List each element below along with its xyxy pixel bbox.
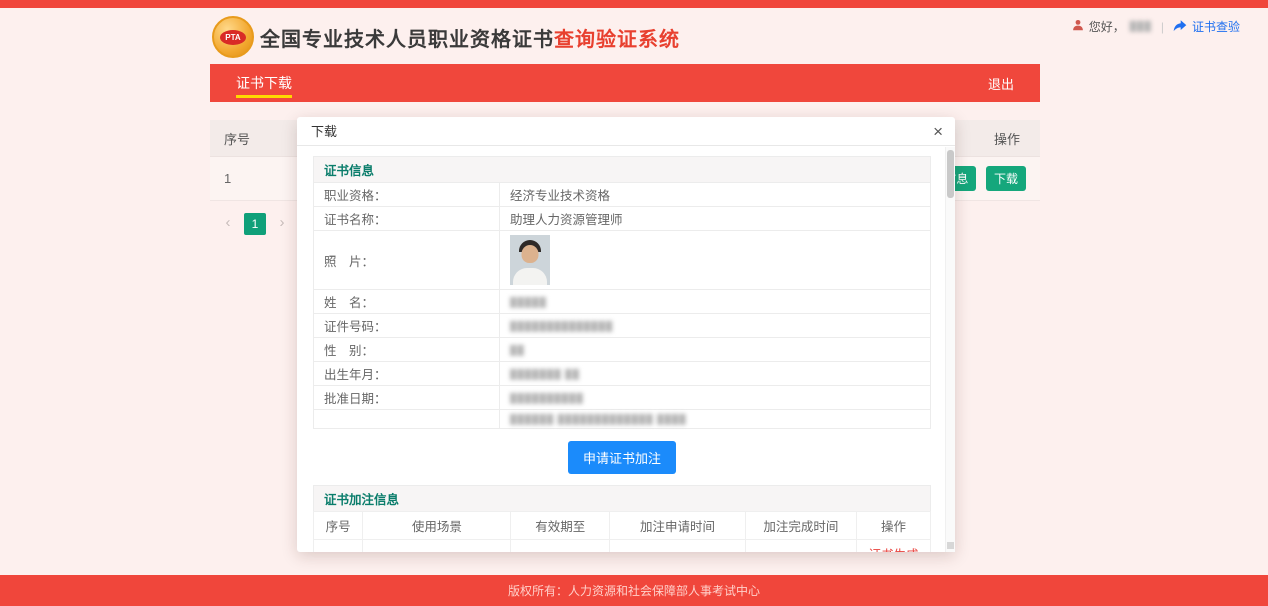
field-label: 性 别： — [314, 338, 500, 362]
close-icon[interactable]: × — [933, 117, 943, 146]
field-value — [500, 231, 931, 290]
modal-title: 下载 — [311, 124, 337, 139]
share-arrow-icon — [1173, 19, 1187, 35]
annotation-table: 序号 使用场景 有效期至 加注申请时间 加注完成时间 操作 1 本人调用 202… — [313, 511, 931, 552]
field-label: 批准日期： — [314, 386, 500, 410]
cert-generating-link[interactable]: 证书生成中... — [868, 548, 918, 552]
cert-info-table: 职业资格： 经济专业技术资格 证书名称： 助理人力资源管理师 照 片： 姓 名 — [313, 182, 931, 429]
field-value: ███████ ██ — [500, 362, 931, 386]
field-row-approval-date: 批准日期： ██████████ — [314, 386, 931, 410]
field-value: ██ — [500, 338, 931, 362]
field-label: 姓 名： — [314, 290, 500, 314]
annotation-header-row: 序号 使用场景 有效期至 加注申请时间 加注完成时间 操作 — [314, 512, 931, 540]
ann-cell-complete-time — [745, 540, 856, 553]
row-index-cell: 1 — [224, 171, 231, 186]
ann-cell-index: 1 — [314, 540, 363, 553]
annotation-data-row: 1 本人调用 2022-03-16 2021-12-16 10:53:02 证书… — [314, 540, 931, 553]
cert-verify-link[interactable]: 证书查验 — [1192, 18, 1240, 35]
download-modal: 下载 × 证书信息 职业资格： 经济专业技术资格 证书名称： 助理人力资源管理师… — [297, 117, 955, 552]
ann-col-valid-until: 有效期至 — [511, 512, 610, 540]
field-value: 助理人力资源管理师 — [500, 207, 931, 231]
field-value: ██████████ — [500, 386, 931, 410]
field-row-gender: 性 别： ██ — [314, 338, 931, 362]
field-label: 照 片： — [314, 231, 500, 290]
column-header-index: 序号 — [224, 129, 250, 148]
main-nav: 证书下载 退出 — [210, 64, 1040, 102]
field-row-extra: ██████ █████████████ ████ — [314, 410, 931, 429]
field-value: 经济专业技术资格 — [500, 183, 931, 207]
field-row-id-number: 证件号码： ██████████████ — [314, 314, 931, 338]
tab-cert-download-label: 证书下载 — [236, 75, 292, 91]
page-title: 全国专业技术人员职业资格证书查询验证系统 — [260, 23, 680, 52]
field-label: 出生年月： — [314, 362, 500, 386]
field-label — [314, 410, 500, 429]
field-row-cert-name: 证书名称： 助理人力资源管理师 — [314, 207, 931, 231]
copyright-text: 版权所有：人力资源和社会保障部人事考试中心 — [508, 582, 760, 599]
prev-page-button[interactable]: ‹ — [218, 213, 238, 235]
ann-col-index: 序号 — [314, 512, 363, 540]
tab-cert-download[interactable]: 证书下载 — [210, 64, 318, 102]
field-label: 职业资格： — [314, 183, 500, 207]
pta-logo-text: PTA — [220, 30, 246, 45]
field-value: ██████████████ — [500, 314, 931, 338]
next-page-button[interactable]: › — [272, 213, 292, 235]
scrollbar-end[interactable] — [947, 542, 954, 549]
page-title-main: 全国专业技术人员职业资格证书 — [260, 29, 554, 51]
ann-col-scene: 使用场景 — [363, 512, 511, 540]
header-user-links: 您好， ███ | 证书查验 — [1072, 18, 1240, 35]
scrollbar-thumb[interactable] — [947, 150, 954, 198]
field-row-birth-date: 出生年月： ███████ ██ — [314, 362, 931, 386]
ann-cell-scene: 本人调用 — [363, 540, 511, 553]
header-divider: | — [1161, 20, 1164, 34]
site-brand: PTA 全国专业技术人员职业资格证书查询验证系统 — [212, 16, 680, 58]
ann-cell-valid-until: 2022-03-16 — [511, 540, 610, 553]
page-1-button[interactable]: 1 — [244, 213, 266, 235]
field-row-qualification: 职业资格： 经济专业技术资格 — [314, 183, 931, 207]
ann-col-complete-time: 加注完成时间 — [745, 512, 856, 540]
ann-cell-apply-time: 2021-12-16 10:53:02 — [610, 540, 746, 553]
cert-info-section-title: 证书信息 — [313, 156, 931, 182]
annotation-section-title: 证书加注信息 — [313, 485, 931, 511]
footer-bar: 版权所有：人力资源和社会保障部人事考试中心 — [0, 575, 1268, 606]
field-row-photo: 照 片： — [314, 231, 931, 290]
field-label: 证书名称： — [314, 207, 500, 231]
logout-button[interactable]: 退出 — [962, 74, 1040, 93]
user-icon — [1072, 19, 1084, 34]
pta-logo: PTA — [212, 16, 254, 58]
field-value: █████ — [500, 290, 931, 314]
apply-annotation-button[interactable]: 申请证书加注 — [568, 441, 676, 474]
top-accent-bar — [0, 0, 1268, 8]
ann-col-action: 操作 — [856, 512, 930, 540]
modal-scrollbar[interactable] — [945, 147, 955, 552]
column-header-action: 操作 — [994, 129, 1020, 148]
modal-header: 下载 × — [297, 117, 955, 146]
download-button[interactable]: 下载 — [986, 166, 1026, 191]
modal-body: 证书信息 职业资格： 经济专业技术资格 证书名称： 助理人力资源管理师 照 片： — [313, 147, 931, 552]
ann-col-apply-time: 加注申请时间 — [610, 512, 746, 540]
page-title-accent: 查询验证系统 — [554, 29, 680, 51]
field-label: 证件号码： — [314, 314, 500, 338]
certificate-photo — [510, 235, 550, 285]
field-row-name: 姓 名： █████ — [314, 290, 931, 314]
greeting-text: 您好， — [1089, 18, 1125, 35]
username: ███ — [1130, 21, 1152, 31]
field-value: ██████ █████████████ ████ — [500, 410, 931, 429]
